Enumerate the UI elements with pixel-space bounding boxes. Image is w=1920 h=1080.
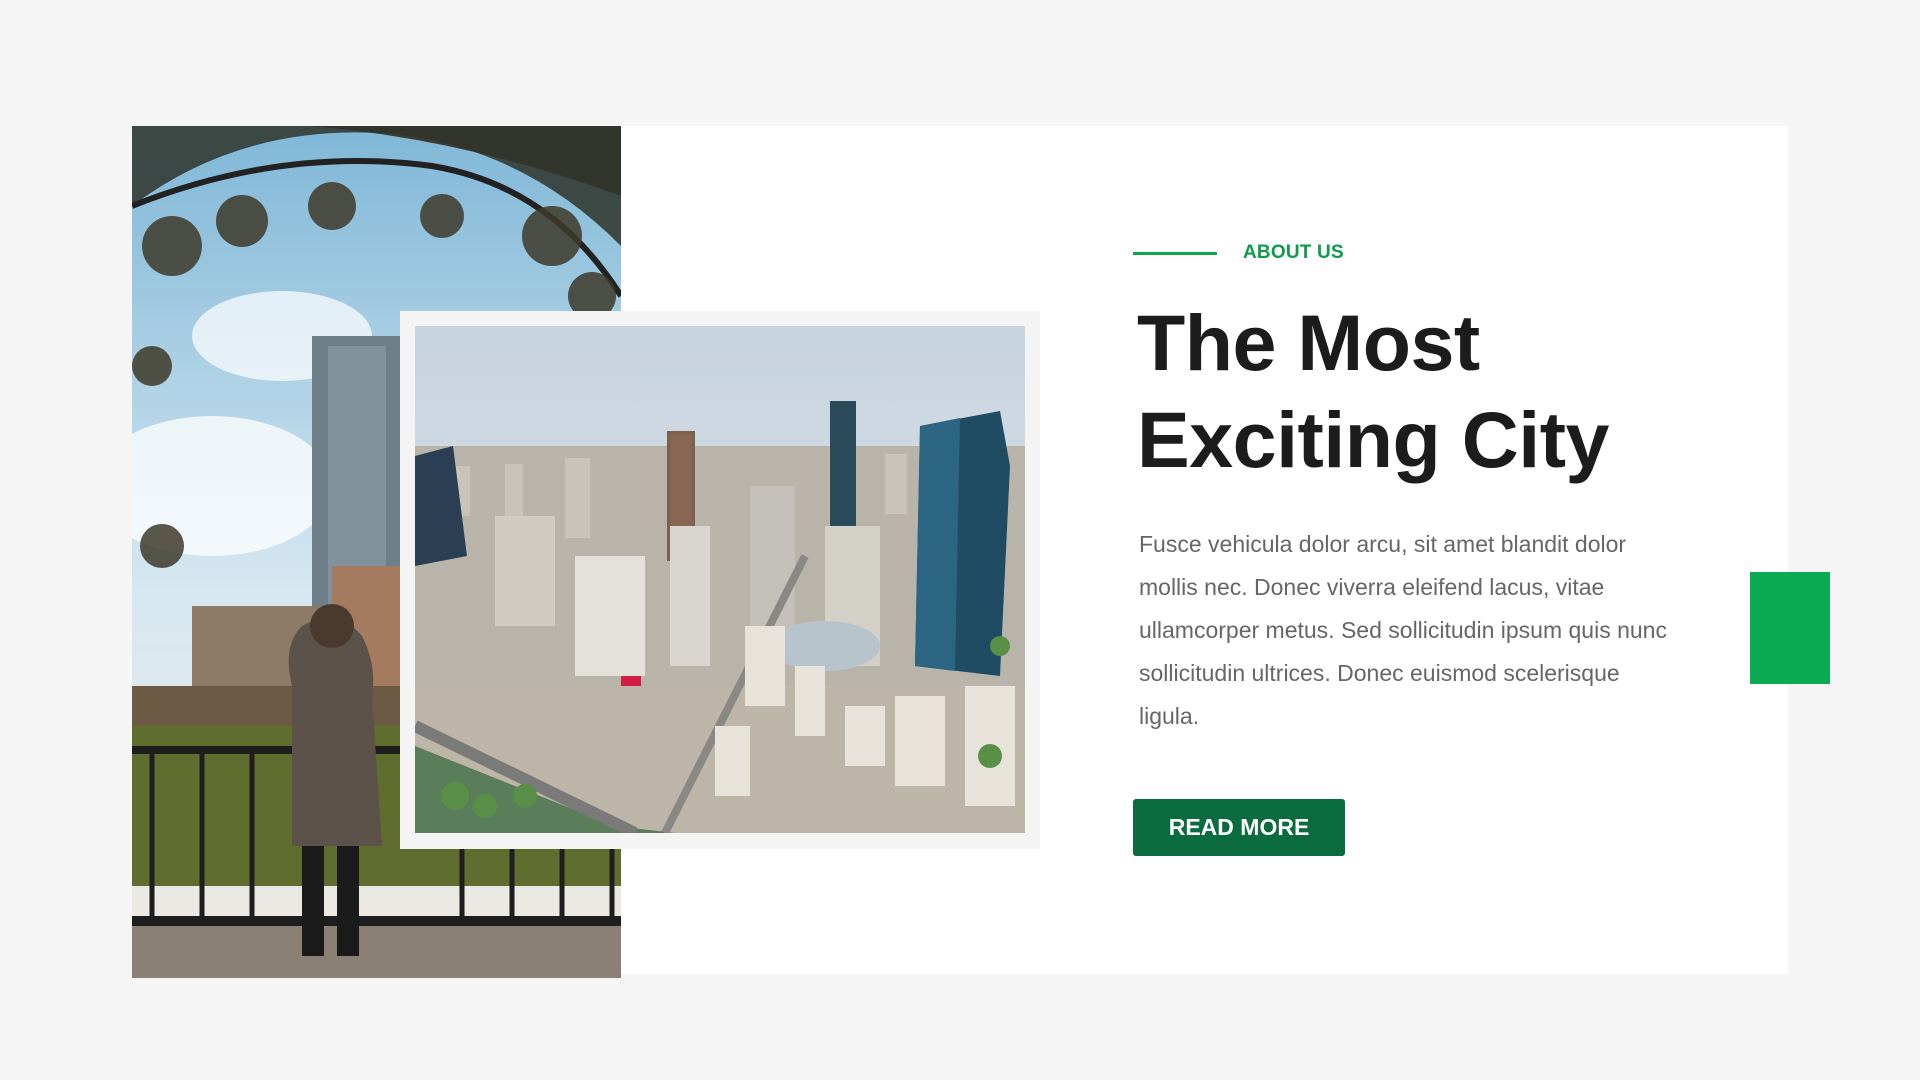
- accent-decoration: [1750, 572, 1830, 684]
- about-section: ABOUT US The Most Exciting City Fusce ve…: [0, 0, 1920, 1080]
- eyebrow-divider-line: [1133, 251, 1217, 255]
- section-title: The Most Exciting City: [1137, 298, 1609, 484]
- read-more-button[interactable]: READ MORE: [1133, 799, 1345, 856]
- section-eyebrow: ABOUT US: [1133, 242, 1344, 264]
- aerial-city-image: [415, 326, 1025, 833]
- section-description: Fusce vehicula dolor arcu, sit amet blan…: [1139, 531, 1667, 729]
- aerial-city-illustration: [415, 326, 1025, 833]
- eyebrow-label: ABOUT US: [1243, 242, 1344, 263]
